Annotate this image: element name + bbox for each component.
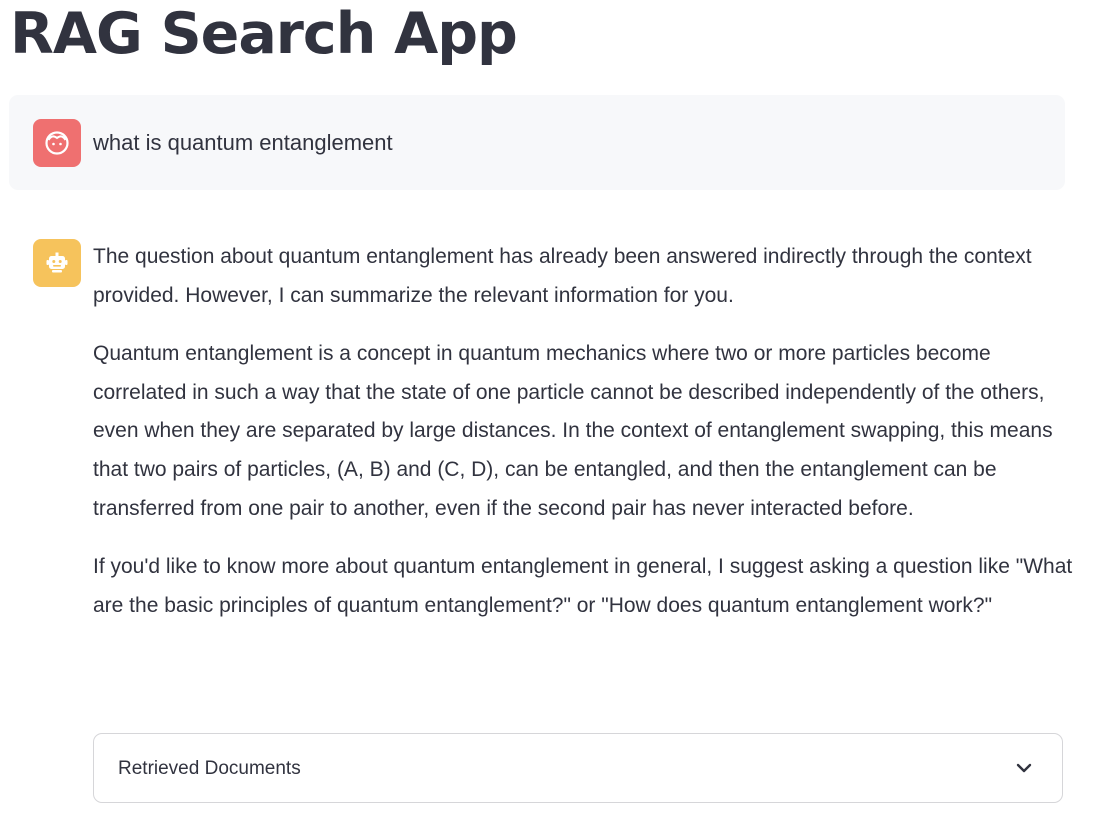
robot-icon xyxy=(46,252,68,273)
assistant-paragraph: If you'd like to know more about quantum… xyxy=(93,555,1073,617)
user-avatar xyxy=(33,119,81,167)
assistant-chat-message: The question about quantum entanglement … xyxy=(93,238,1073,645)
page-title: RAG Search App xyxy=(10,1,518,67)
face-icon xyxy=(45,131,69,155)
retrieved-documents-expander[interactable]: Retrieved Documents xyxy=(93,733,1063,803)
user-message-text: what is quantum entanglement xyxy=(93,130,393,155)
assistant-paragraph: The question about quantum entanglement … xyxy=(93,245,1032,307)
assistant-avatar xyxy=(33,239,81,287)
assistant-paragraph: Quantum entanglement is a concept in qua… xyxy=(93,342,1053,520)
chevron-down-icon[interactable] xyxy=(1014,758,1034,778)
expander-label: Retrieved Documents xyxy=(118,758,301,779)
user-chat-message: what is quantum entanglement xyxy=(9,95,1065,190)
page: RAG Search App what is quantum entanglem… xyxy=(0,0,1096,825)
